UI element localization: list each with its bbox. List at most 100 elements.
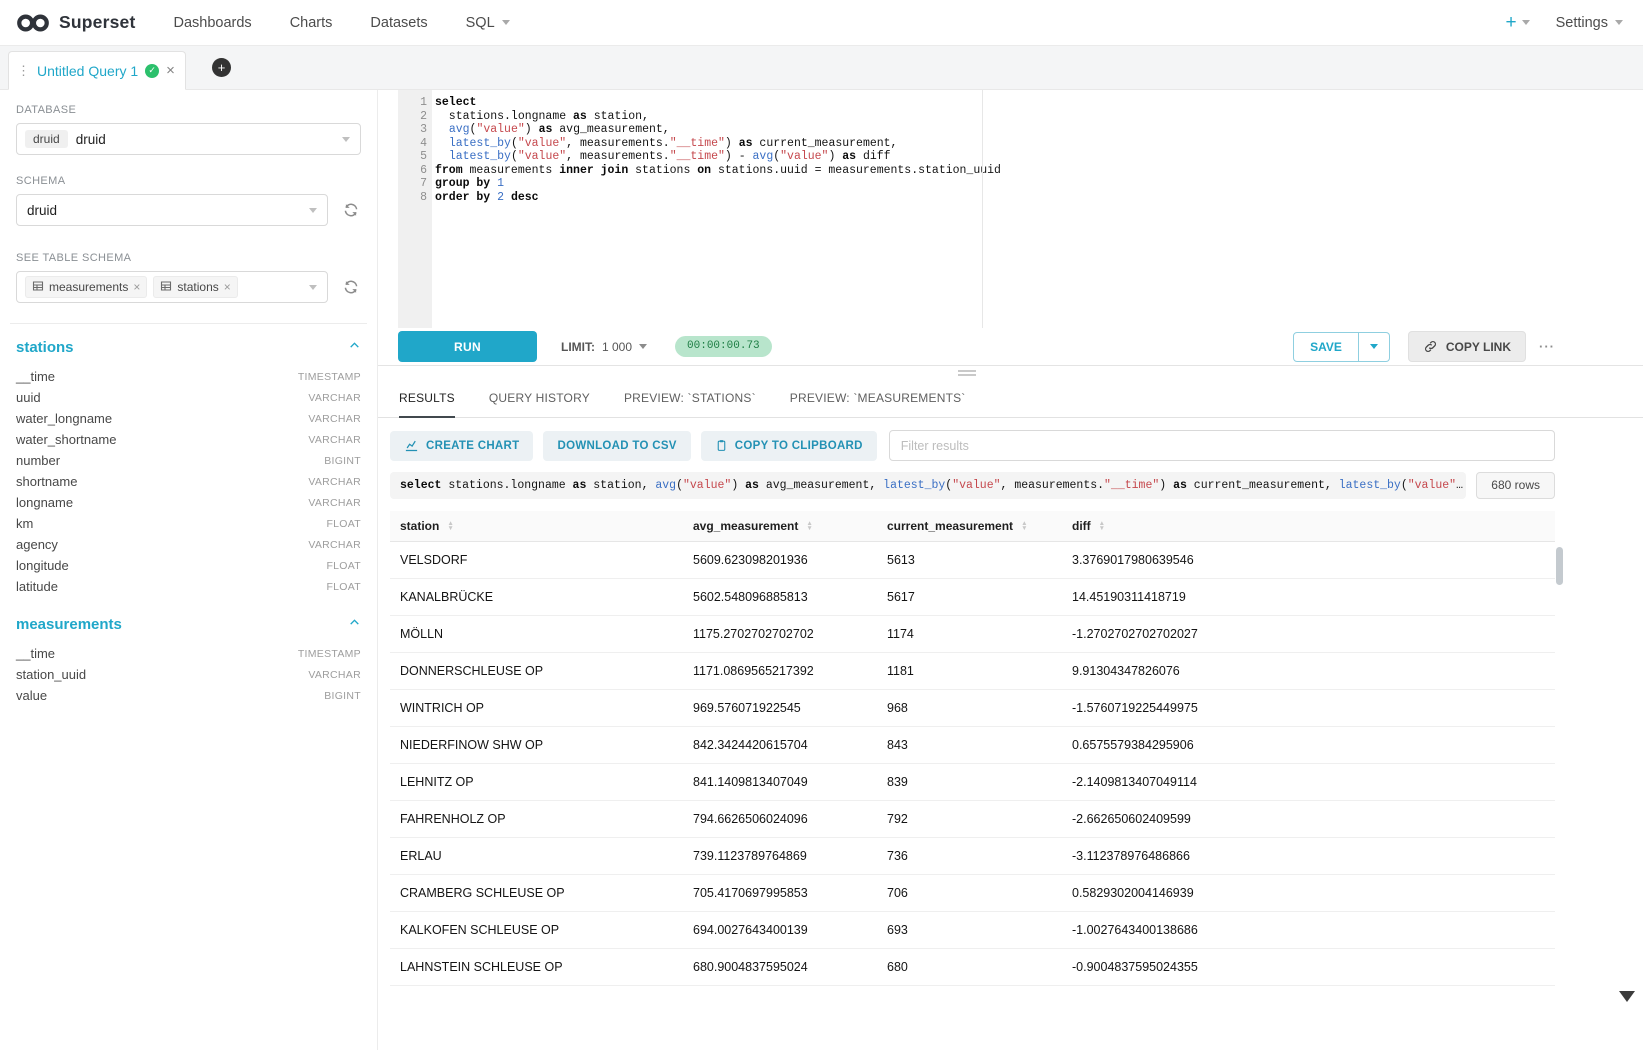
nav-item-dashboards[interactable]: Dashboards — [174, 15, 252, 31]
column-name: km — [16, 516, 33, 531]
table-cell: 680 — [877, 960, 1062, 974]
limit-dropdown[interactable]: LIMIT: 1 000 — [561, 340, 647, 354]
column-row: uuidVARCHAR — [16, 387, 361, 408]
table-row[interactable]: ERLAU739.1123789764869736-3.112378976486… — [390, 838, 1555, 875]
table-cell: 1174 — [877, 627, 1062, 641]
table-schema-select[interactable]: measurements×stations× — [16, 271, 328, 303]
caret-down-icon — [1615, 20, 1623, 25]
copy-to-clipboard-button[interactable]: COPY TO CLIPBOARD — [701, 431, 877, 461]
vertical-scrollbar-thumb[interactable] — [1556, 547, 1563, 585]
table-row[interactable]: CRAMBERG SCHLEUSE OP705.4170697995853706… — [390, 875, 1555, 912]
table-row[interactable]: DONNERSCHLEUSE OP1171.086956521739211819… — [390, 653, 1555, 690]
query-tab-active[interactable]: ⋮ Untitled Query 1 ✓ × — [8, 51, 186, 90]
column-name: number — [16, 453, 60, 468]
table-row[interactable]: KANALBRÜCKE5602.548096885813561714.45190… — [390, 579, 1555, 616]
download-csv-button[interactable]: DOWNLOAD TO CSV — [543, 431, 690, 461]
superset-app: Superset Dashboards Charts Datasets SQL + S… — [0, 0, 1643, 1050]
copy-link-button[interactable]: COPY LINK — [1408, 331, 1526, 362]
more-options-icon[interactable]: ··· — [1539, 339, 1555, 354]
sort-icon[interactable]: ▲▼ — [447, 521, 453, 531]
sort-icon[interactable]: ▲▼ — [806, 521, 812, 531]
column-type: VARCHAR — [308, 539, 361, 551]
scroll-down-arrow-icon[interactable] — [1619, 991, 1635, 1002]
brand[interactable]: Superset — [14, 12, 136, 34]
query-preview-row: select stations.longname as station, avg… — [378, 472, 1643, 499]
results-tab-preview-stations[interactable]: PREVIEW: `STATIONS` — [624, 378, 756, 417]
line-number: 1 — [398, 96, 427, 110]
nav-item-charts[interactable]: Charts — [290, 15, 333, 31]
table-cell: WINTRICH OP — [390, 701, 683, 715]
sidebar-divider — [10, 323, 367, 324]
column-header-diff[interactable]: diff ▲▼ — [1062, 519, 1555, 533]
column-header-label: current_measurement — [887, 519, 1013, 533]
table-cell: -1.5760719225449975 — [1062, 701, 1555, 715]
table-cell: 694.0027643400139 — [683, 923, 877, 937]
chevron-down-icon — [309, 285, 317, 290]
sort-icon[interactable]: ▲▼ — [1099, 521, 1105, 531]
table-cell: 794.6626506024096 — [683, 812, 877, 826]
column-name: shortname — [16, 474, 77, 489]
brand-name: Superset — [59, 12, 136, 33]
column-name: water_shortname — [16, 432, 116, 447]
table-schema-label: SEE TABLE SCHEMA — [16, 252, 361, 264]
save-button[interactable]: SAVE — [1293, 332, 1359, 362]
create-chart-button[interactable]: CREATE CHART — [390, 431, 533, 461]
table-cell: -1.2702702702702027 — [1062, 627, 1555, 641]
code-line: avg("value") as avg_measurement, — [435, 123, 1643, 137]
results-table-header: station▲▼avg_measurement▲▼current_measur… — [390, 511, 1555, 542]
line-number: 5 — [398, 150, 427, 164]
filter-results-input[interactable] — [889, 430, 1555, 461]
table-row[interactable]: NIEDERFINOW SHW OP842.34244206157048430.… — [390, 727, 1555, 764]
table-row[interactable]: MÖLLN1175.27027027027021174-1.2702702702… — [390, 616, 1555, 653]
column-header-station[interactable]: station▲▼ — [390, 519, 683, 533]
chevron-down-icon — [309, 208, 317, 213]
settings-menu[interactable]: Settings — [1556, 15, 1623, 31]
column-type: VARCHAR — [308, 669, 361, 681]
resize-grip[interactable] — [958, 370, 976, 378]
remove-tag-icon[interactable]: × — [224, 280, 231, 294]
sort-icon[interactable]: ▲▼ — [1021, 521, 1027, 531]
nav-item-datasets[interactable]: Datasets — [370, 15, 427, 31]
copy-to-clipboard-label: COPY TO CLIPBOARD — [735, 440, 863, 452]
table-row[interactable]: VELSDORF5609.62309820193656133.376901798… — [390, 542, 1555, 579]
table-row[interactable]: WINTRICH OP969.576071922545968-1.5760719… — [390, 690, 1555, 727]
new-item-button[interactable]: + — [1505, 12, 1529, 34]
settings-label: Settings — [1556, 15, 1608, 31]
column-row: longnameVARCHAR — [16, 492, 361, 513]
table-cell: 969.576071922545 — [683, 701, 877, 715]
add-tab-button[interactable]: + — [212, 58, 231, 77]
code-area[interactable]: select stations.longname as station, avg… — [432, 90, 1643, 328]
column-header-label: diff — [1072, 519, 1091, 533]
refresh-schema-icon[interactable] — [341, 200, 361, 220]
database-label: DATABASE — [16, 104, 361, 116]
table-tag-stations: stations× — [153, 276, 237, 298]
schema-table-header-stations[interactable]: stations — [16, 336, 361, 358]
close-tab-icon[interactable]: × — [166, 62, 175, 79]
query-preview: select stations.longname as station, avg… — [390, 472, 1466, 499]
table-cell: KANALBRÜCKE — [390, 590, 683, 604]
chart-icon — [404, 438, 419, 453]
schema-table-header-measurements[interactable]: measurements — [16, 613, 361, 635]
table-row[interactable]: FAHRENHOLZ OP794.6626506024096792-2.6626… — [390, 801, 1555, 838]
column-header-avg-measurement[interactable]: avg_measurement▲▼ — [683, 519, 877, 533]
table-row[interactable]: LAHNSTEIN SCHLEUSE OP680.900483759502468… — [390, 949, 1555, 986]
column-header-current-measurement[interactable]: current_measurement ▲▼ — [877, 519, 1062, 533]
drag-handle-icon[interactable]: ⋮ — [17, 63, 30, 79]
results-tab-query-history[interactable]: QUERY HISTORY — [489, 378, 590, 417]
table-row[interactable]: LEHNITZ OP841.1409813407049839-2.1409813… — [390, 764, 1555, 801]
database-select[interactable]: druid druid — [16, 123, 361, 155]
refresh-tables-icon[interactable] — [341, 277, 361, 297]
sql-code-editor[interactable]: 12345678 select stations.longname as sta… — [378, 90, 1643, 328]
column-row: kmFLOAT — [16, 513, 361, 534]
row-count-badge: 680 rows — [1476, 472, 1555, 499]
remove-tag-icon[interactable]: × — [133, 280, 140, 294]
table-row[interactable]: KALKOFEN SCHLEUSE OP694.0027643400139693… — [390, 912, 1555, 949]
save-caret-button[interactable] — [1359, 332, 1390, 362]
results-tab-preview-measurements[interactable]: PREVIEW: `MEASUREMENTS` — [790, 378, 966, 417]
run-button[interactable]: RUN — [398, 331, 537, 362]
nav-item-sql[interactable]: SQL — [466, 15, 510, 31]
code-lines: select stations.longname as station, avg… — [435, 96, 1643, 204]
schema-tables: stations__timeTIMESTAMPuuidVARCHARwater_… — [16, 336, 361, 706]
results-tab-results[interactable]: RESULTS — [399, 378, 455, 417]
schema-select[interactable]: druid — [16, 194, 328, 226]
